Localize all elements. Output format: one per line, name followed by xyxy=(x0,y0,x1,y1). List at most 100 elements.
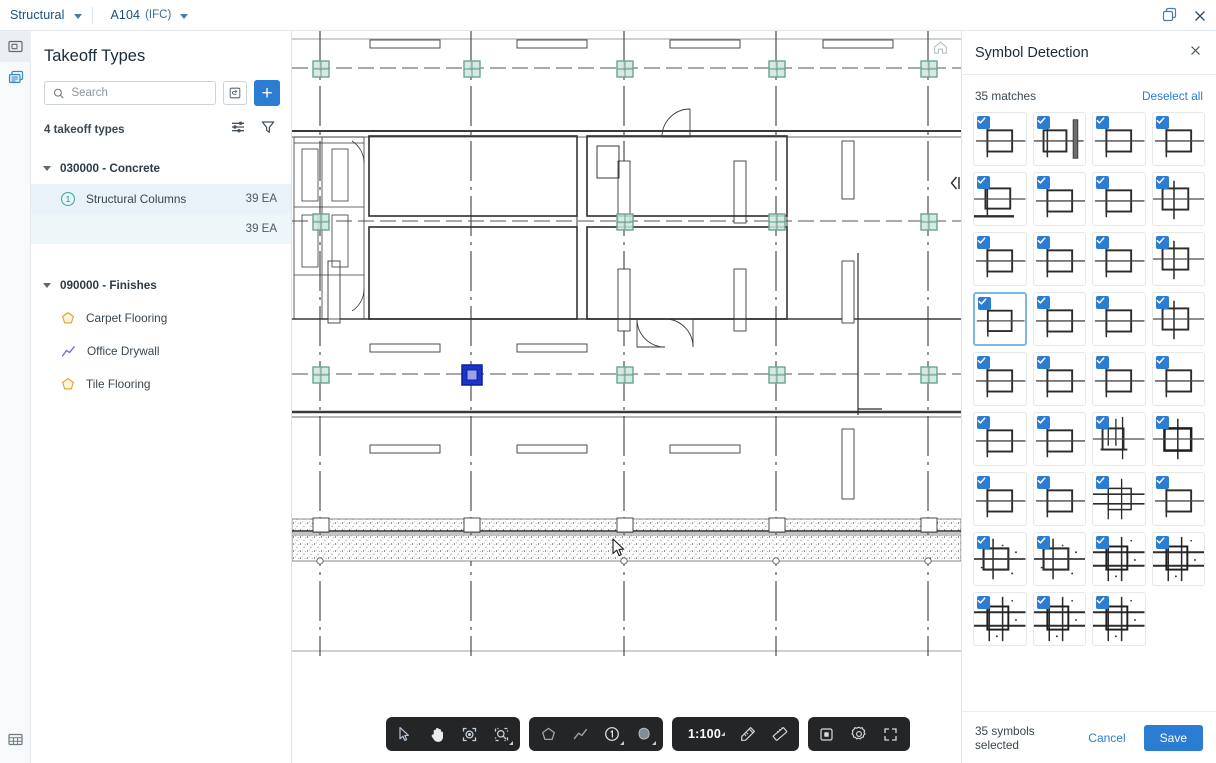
fullscreen-button[interactable] xyxy=(876,720,906,748)
symbol-checkbox[interactable] xyxy=(1036,536,1050,549)
symbol-checkbox[interactable] xyxy=(1155,476,1169,489)
symbol-checkbox[interactable] xyxy=(977,596,990,609)
symbol-checkbox[interactable] xyxy=(1036,176,1050,189)
symbol-thumbnail[interactable] xyxy=(1151,472,1205,526)
symbol-thumbnail[interactable] xyxy=(973,592,1027,646)
add-takeoff-type-button[interactable]: + xyxy=(254,80,280,106)
symbol-checkbox[interactable] xyxy=(1096,416,1109,429)
sheet-selector[interactable]: A104 (IFC) xyxy=(93,0,199,30)
tree-row-tile-flooring[interactable]: Tile Flooring xyxy=(31,367,291,400)
tree-group-finishes[interactable]: 090000 - Finishes xyxy=(31,270,291,301)
symbol-checkbox[interactable] xyxy=(1096,476,1109,489)
pan-tool-button[interactable] xyxy=(422,720,452,748)
save-button[interactable]: Save xyxy=(1143,724,1203,751)
symbol-checkbox[interactable] xyxy=(1036,116,1050,129)
close-icon[interactable] xyxy=(1192,8,1208,24)
symbol-thumbnail[interactable] xyxy=(1151,232,1205,286)
deselect-all-button[interactable]: Deselect all xyxy=(1142,89,1203,103)
symbol-checkbox[interactable] xyxy=(977,536,990,549)
symbol-checkbox[interactable] xyxy=(1096,176,1109,189)
blob-tool-button[interactable] xyxy=(629,720,659,748)
count-tool-button[interactable] xyxy=(597,720,627,748)
symbol-thumbnail[interactable] xyxy=(1151,532,1205,586)
sheet-view-button[interactable] xyxy=(812,720,842,748)
symbol-thumbnail[interactable] xyxy=(1092,112,1146,166)
rail-item-sheets[interactable] xyxy=(0,31,31,62)
symbol-checkbox[interactable] xyxy=(1096,236,1109,249)
symbol-checkbox[interactable] xyxy=(1096,296,1109,309)
symbol-checkbox[interactable] xyxy=(1036,476,1050,489)
symbol-checkbox[interactable] xyxy=(977,116,990,129)
tree-row-office-drywall[interactable]: Office Drywall xyxy=(31,334,291,367)
measure-region-tool-button[interactable] xyxy=(454,720,484,748)
symbol-detect-tool-button[interactable] xyxy=(486,720,516,748)
symbol-checkbox[interactable] xyxy=(1096,596,1109,609)
symbol-thumbnail[interactable] xyxy=(1032,532,1086,586)
sliders-icon[interactable] xyxy=(230,119,246,140)
symbol-thumbnail[interactable] xyxy=(1092,592,1146,646)
symbol-thumbnail[interactable] xyxy=(1032,592,1086,646)
drawing-canvas[interactable] xyxy=(292,31,961,763)
symbol-checkbox[interactable] xyxy=(977,476,990,489)
symbol-thumbnail[interactable] xyxy=(1151,412,1205,466)
panel-resize-handle[interactable] xyxy=(947,174,961,192)
symbol-thumbnail[interactable] xyxy=(1151,112,1205,166)
symbol-thumbnail[interactable] xyxy=(1032,292,1086,346)
symbol-thumbnail[interactable] xyxy=(973,412,1027,466)
symbol-thumbnail[interactable] xyxy=(973,292,1027,346)
symbol-checkbox[interactable] xyxy=(1155,116,1169,129)
symbol-thumbnail[interactable] xyxy=(1032,472,1086,526)
symbol-thumbnail[interactable] xyxy=(1092,472,1146,526)
symbol-thumbnail[interactable] xyxy=(1032,172,1086,226)
symbol-thumbnail[interactable] xyxy=(973,472,1027,526)
tree-group-concrete[interactable]: 030000 - Concrete xyxy=(31,153,291,184)
settings-button[interactable] xyxy=(844,720,874,748)
symbol-checkbox[interactable] xyxy=(1036,296,1050,309)
symbol-checkbox[interactable] xyxy=(977,176,990,189)
symbol-checkbox[interactable] xyxy=(1096,536,1109,549)
symbol-thumbnail[interactable] xyxy=(973,172,1027,226)
tree-row-carpet-flooring[interactable]: Carpet Flooring xyxy=(31,301,291,334)
symbol-checkbox[interactable] xyxy=(978,297,991,310)
symbol-checkbox[interactable] xyxy=(977,416,990,429)
import-takeoff-button[interactable] xyxy=(223,81,247,105)
symbol-thumbnail[interactable] xyxy=(1092,352,1146,406)
filter-funnel-icon[interactable] xyxy=(260,119,276,140)
home-icon[interactable] xyxy=(932,39,949,61)
cancel-button[interactable]: Cancel xyxy=(1084,731,1129,745)
symbol-thumbnail[interactable] xyxy=(1092,532,1146,586)
symbol-thumbnail[interactable] xyxy=(1092,232,1146,286)
symbol-checkbox[interactable] xyxy=(1036,416,1050,429)
symbol-checkbox[interactable] xyxy=(1155,296,1169,309)
symbol-checkbox[interactable] xyxy=(1036,596,1050,609)
symbol-checkbox[interactable] xyxy=(977,236,990,249)
symbol-thumbnail[interactable] xyxy=(1092,412,1146,466)
symbol-thumbnail[interactable] xyxy=(1032,412,1086,466)
discipline-selector[interactable]: Structural xyxy=(0,0,92,30)
symbol-thumbnail[interactable] xyxy=(1151,292,1205,346)
search-box[interactable] xyxy=(44,81,216,105)
area-tool-button[interactable] xyxy=(533,720,563,748)
symbol-thumbnail[interactable] xyxy=(1092,292,1146,346)
symbol-thumbnail[interactable] xyxy=(1092,172,1146,226)
symbol-thumbnail[interactable] xyxy=(1151,172,1205,226)
symbol-thumbnail[interactable] xyxy=(1032,232,1086,286)
calibrate-tool-button[interactable] xyxy=(733,720,763,748)
symbol-thumbnail[interactable] xyxy=(973,352,1027,406)
tree-row-structural-columns[interactable]: 1 Structural Columns 39 EA xyxy=(31,184,291,214)
symbol-thumbnail[interactable] xyxy=(1032,352,1086,406)
rail-item-takeoff[interactable] xyxy=(0,62,31,93)
search-input[interactable] xyxy=(71,87,207,99)
duplicate-icon[interactable] xyxy=(1161,7,1178,24)
symbol-checkbox[interactable] xyxy=(1155,416,1169,429)
symbol-checkbox[interactable] xyxy=(1155,176,1169,189)
scale-selector[interactable]: 1:100 xyxy=(676,727,731,741)
symbol-checkbox[interactable] xyxy=(977,356,990,369)
select-tool-button[interactable] xyxy=(390,720,420,748)
symbol-checkbox[interactable] xyxy=(1155,356,1169,369)
symbol-thumbnail[interactable] xyxy=(973,532,1027,586)
symbol-thumbnail[interactable] xyxy=(973,232,1027,286)
linear-tool-button[interactable] xyxy=(565,720,595,748)
measure-tool-button[interactable] xyxy=(765,720,795,748)
symbol-thumbnail[interactable] xyxy=(1151,352,1205,406)
